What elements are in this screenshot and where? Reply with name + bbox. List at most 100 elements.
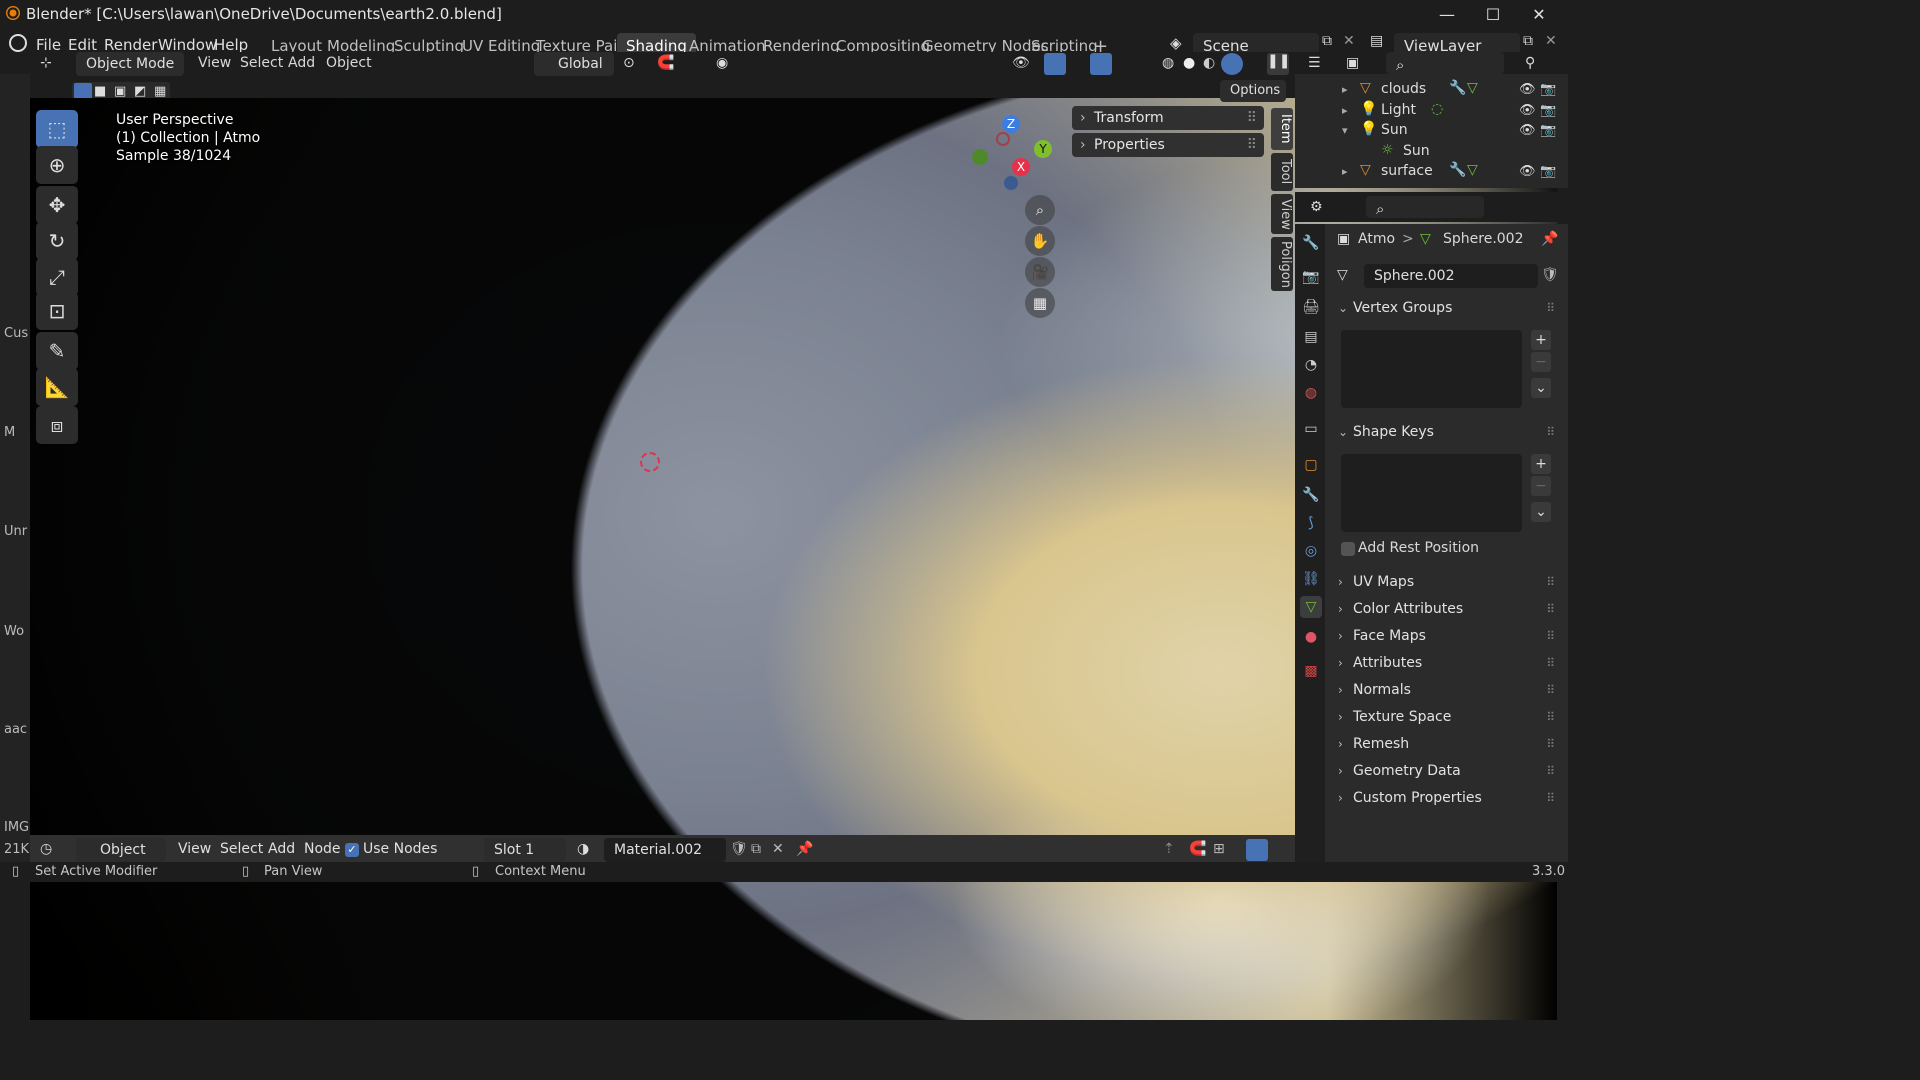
section-texture-space[interactable]: › Texture Space ⠿ [1333,705,1561,729]
delete-view-layer-icon[interactable]: ✕ [1545,33,1557,49]
options-dropdown[interactable]: Options [1220,80,1286,102]
blender-menu-icon[interactable] [9,34,27,52]
gizmo-x-axis[interactable]: X [1012,158,1030,176]
particles-tab-icon[interactable]: ⟆ [1300,512,1322,534]
mesh-browse-icon[interactable]: ▽ [1337,267,1348,283]
zoom-icon[interactable]: ⌕ [1025,195,1055,225]
section-custom-properties[interactable]: › Custom Properties ⠿ [1333,786,1561,810]
properties-panel[interactable]: › Properties ⠿ [1072,133,1264,157]
rotate-tool-icon[interactable]: ↻ [36,222,78,260]
object-tab-icon[interactable]: ▢ [1300,454,1322,476]
mesh-data-name-field[interactable]: Sphere.002 [1364,264,1538,288]
section-uv-maps[interactable]: › UV Maps ⠿ [1333,570,1561,594]
duplicate-material-icon[interactable]: ⧉ [751,841,761,857]
section-geometry-data[interactable]: › Geometry Data ⠿ [1333,759,1561,783]
physics-tab-icon[interactable]: ◎ [1300,540,1322,562]
scene-selector-icon[interactable]: ◈ [1170,34,1182,52]
snap-icon[interactable]: 🧲 [1189,841,1206,857]
material-name-field[interactable]: Material.002 [604,838,726,862]
scene-tab-icon[interactable]: ◔ [1300,354,1322,376]
close-window-button[interactable]: ✕ [1516,0,1562,28]
gizmo-toggle-icon[interactable] [1044,53,1066,75]
material-slot-dropdown[interactable]: Slot 1 [484,838,566,862]
shape-key-specials-button[interactable]: ⌄ [1531,502,1551,522]
display-mode-icon[interactable]: ▣ [1346,55,1359,71]
snap-icon[interactable]: 🧲 [657,55,674,71]
shader-type-dropdown[interactable]: Object [76,838,166,862]
render-camera-icon[interactable]: 📷 [1540,103,1556,118]
rendered-shading-icon[interactable] [1221,53,1243,75]
shader-menu-view[interactable]: View [178,841,211,857]
texture-tab-icon[interactable]: ▩ [1300,660,1322,682]
tool-tab-icon[interactable]: 🔧 [1300,232,1322,254]
move-tool-icon[interactable]: ✥ [36,186,78,224]
mesh-data-tab-icon[interactable]: ▽ [1300,596,1322,618]
drag-handle-icon[interactable]: ⠿ [1546,570,1555,594]
material-shading-icon[interactable]: ◐ [1203,55,1215,71]
pan-hand-icon[interactable]: ✋ [1025,226,1055,256]
drag-handle-icon[interactable]: ⠿ [1546,705,1555,729]
vertex-group-specials-button[interactable]: ⌄ [1531,378,1551,398]
visibility-icon[interactable]: 👁 [1012,55,1030,71]
new-scene-icon[interactable]: ⧉ [1322,33,1332,49]
expand-arrow-icon[interactable]: ▸ [1342,83,1348,96]
drag-handle-icon[interactable]: ⠿ [1247,133,1257,157]
drag-handle-icon[interactable]: ⠿ [1247,106,1257,130]
fake-user-icon[interactable]: 🛡 [730,841,748,857]
gizmo-neg-y-axis[interactable] [972,149,988,165]
select-intersect-icon[interactable]: ▦ [154,84,166,99]
view-layer-tab-icon[interactable]: ▤ [1300,326,1322,348]
overlays-toggle-icon[interactable] [1246,839,1268,861]
section-shape-keys[interactable]: ⌄ Shape Keys ⠿ [1333,420,1561,444]
drag-handle-icon[interactable]: ⠿ [1546,296,1555,320]
shader-editor-type-icon[interactable]: ◷ [40,841,52,857]
transform-tool-icon[interactable]: ⊡ [36,292,78,330]
properties-editor-type-icon[interactable]: ⚙ [1310,199,1323,215]
shape-keys-list[interactable] [1341,454,1522,532]
pin-icon[interactable]: 📌 [796,841,813,857]
editor-type-icon[interactable]: ⊹ [40,55,52,71]
unlink-material-icon[interactable]: ✕ [772,841,784,857]
expand-arrow-icon[interactable]: ▸ [1342,104,1348,117]
drag-handle-icon[interactable]: ⠿ [1546,786,1555,810]
visibility-eye-icon[interactable]: 👁 [1519,103,1536,118]
section-normals[interactable]: › Normals ⠿ [1333,678,1561,702]
remove-vertex-group-button[interactable]: − [1531,352,1551,372]
render-camera-icon[interactable]: 📷 [1540,82,1556,97]
mode-dropdown[interactable]: Object Mode [76,52,184,76]
section-attributes[interactable]: › Attributes ⠿ [1333,651,1561,675]
viewport-menu-object[interactable]: Object [326,55,372,71]
shader-menu-add[interactable]: Add [268,841,295,857]
remove-shape-key-button[interactable]: − [1531,476,1551,496]
viewport-menu-add[interactable]: Add [288,55,315,71]
add-vertex-group-button[interactable]: + [1531,330,1551,350]
ortho-grid-icon[interactable]: ▦ [1025,288,1055,318]
new-view-layer-icon[interactable]: ⧉ [1523,33,1533,49]
pause-render-icon[interactable]: ❚❚ [1267,53,1290,75]
scale-tool-icon[interactable]: ⤢ [36,258,78,296]
drag-handle-icon[interactable]: ⠿ [1546,597,1555,621]
world-tab-icon[interactable]: ◍ [1300,382,1322,404]
solid-shading-icon[interactable]: ● [1183,55,1195,71]
shader-menu-node[interactable]: Node [304,841,341,857]
fake-user-icon[interactable]: 🛡 [1541,267,1559,283]
visibility-eye-icon[interactable]: 👁 [1519,164,1536,179]
tab-tool[interactable]: Tool [1271,153,1293,191]
camera-view-icon[interactable]: 🎥 [1025,257,1055,287]
cursor-tool-icon[interactable]: ⊕ [36,146,78,184]
outliner-row-sun-data[interactable]: ☼ Sun [1295,142,1568,162]
section-face-maps[interactable]: › Face Maps ⠿ [1333,624,1561,648]
drag-handle-icon[interactable]: ⠿ [1546,732,1555,756]
drag-handle-icon[interactable]: ⠿ [1546,624,1555,648]
use-nodes-checkbox[interactable]: ✓ [345,843,359,857]
visibility-eye-icon[interactable]: 👁 [1519,82,1536,97]
outliner-editor-type-icon[interactable]: ☰ [1308,55,1321,71]
tab-view[interactable]: View [1271,194,1293,234]
properties-search-input[interactable]: ⌕ [1366,196,1484,218]
gizmo-z-axis[interactable]: Z [1002,115,1020,133]
tab-item[interactable]: Item [1271,108,1293,150]
section-color-attributes[interactable]: › Color Attributes ⠿ [1333,597,1561,621]
viewport-menu-view[interactable]: View [198,55,231,71]
overlays-toggle-icon[interactable] [1090,53,1112,75]
pin-icon[interactable]: 📌 [1541,231,1558,247]
